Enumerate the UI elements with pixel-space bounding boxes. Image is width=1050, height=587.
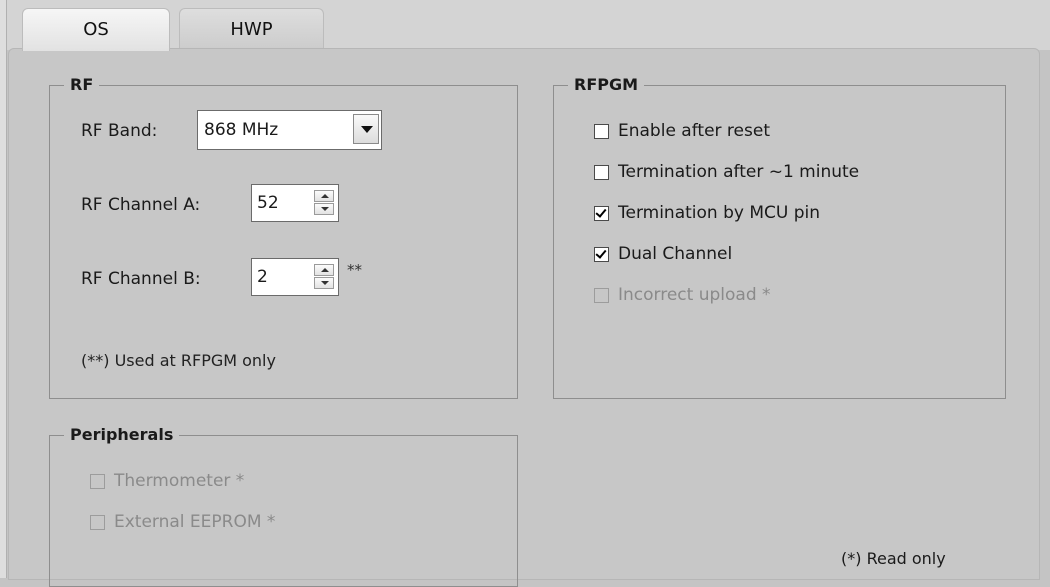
rf-band-value: 868 MHz	[204, 120, 279, 140]
peripherals-group: Peripherals Thermometer * External EEPRO…	[49, 425, 518, 587]
rf-band-label: RF Band:	[81, 121, 158, 141]
rf-channel-a-spinner[interactable]: 52	[251, 184, 339, 222]
spinner-down-arrow[interactable]	[314, 277, 334, 289]
checkbox-label: External EEPROM *	[114, 512, 276, 532]
checkbox-label: Termination after ~1 minute	[618, 162, 860, 182]
rf-channel-b-value: 2	[257, 267, 268, 287]
read-only-footnote: (*) Read only	[841, 549, 946, 568]
rf-channel-a-label: RF Channel A:	[81, 195, 201, 215]
checkbox-box[interactable]	[594, 164, 609, 180]
checkbox-box	[90, 473, 105, 489]
rf-group-legend: RF	[64, 75, 100, 95]
incorrect-upload-checkbox: Incorrect upload *	[594, 285, 771, 305]
termination-after-minute-checkbox[interactable]: Termination after ~1 minute	[594, 162, 859, 182]
rf-note: (**) Used at RFPGM only	[81, 351, 276, 370]
rf-channel-b-marker: **	[347, 261, 362, 279]
checkbox-label: Dual Channel	[618, 244, 733, 264]
spinner-up-arrow[interactable]	[314, 190, 334, 202]
rf-channel-b-spinner[interactable]: 2	[251, 258, 339, 296]
spinner-arrows-icon[interactable]	[314, 264, 334, 290]
checkbox-label: Incorrect upload *	[618, 285, 771, 305]
spinner-up-arrow[interactable]	[314, 264, 334, 276]
tab-os[interactable]: OS	[22, 8, 170, 51]
peripherals-group-legend: Peripherals	[64, 425, 180, 445]
checkbox-box	[90, 514, 105, 530]
enable-after-reset-checkbox[interactable]: Enable after reset	[594, 121, 770, 141]
external-eeprom-checkbox: External EEPROM *	[90, 512, 275, 532]
checkbox-label: Thermometer *	[114, 471, 245, 491]
rf-band-select[interactable]: 868 MHz	[197, 110, 382, 150]
window-edge	[0, 0, 7, 578]
rf-channel-b-label: RF Channel B:	[81, 269, 201, 289]
chevron-down-icon[interactable]	[353, 114, 379, 144]
checkbox-box	[594, 287, 609, 303]
checkbox-label: Termination by MCU pin	[618, 203, 821, 223]
rfpgm-group: RFPGM Enable after reset Termination aft…	[553, 75, 1006, 399]
spinner-down-arrow[interactable]	[314, 203, 334, 215]
checkbox-box[interactable]	[594, 123, 609, 139]
spinner-arrows-icon[interactable]	[314, 190, 334, 216]
rf-group: RF RF Band: 868 MHz RF Channel A: 52 RF …	[49, 75, 518, 399]
checkbox-label: Enable after reset	[618, 121, 770, 141]
dual-channel-checkbox[interactable]: Dual Channel	[594, 244, 732, 264]
thermometer-checkbox: Thermometer *	[90, 471, 244, 491]
checkbox-box[interactable]	[594, 205, 609, 221]
rf-channel-a-value: 52	[257, 193, 279, 213]
checkbox-box[interactable]	[594, 246, 609, 262]
tab-panel-os: RF RF Band: 868 MHz RF Channel A: 52 RF …	[8, 48, 1040, 587]
tab-hwp[interactable]: HWP	[179, 8, 324, 51]
termination-by-mcu-pin-checkbox[interactable]: Termination by MCU pin	[594, 203, 820, 223]
rfpgm-group-legend: RFPGM	[568, 75, 645, 95]
